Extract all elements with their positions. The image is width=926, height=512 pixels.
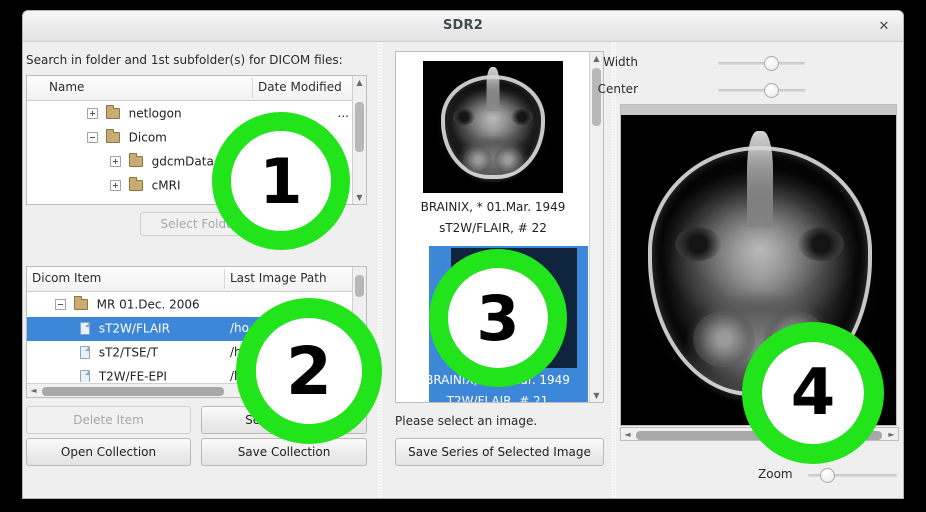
folder-tree-col-date[interactable]: Date Modified <box>258 80 342 94</box>
scroll-up-icon[interactable]: ▲ <box>590 52 603 65</box>
thumbnail-image <box>423 61 563 193</box>
folder-tree-header: Name Date Modified <box>27 76 366 101</box>
thumbnail-list-scrollbar[interactable]: ▲ ▼ <box>589 52 603 402</box>
close-icon[interactable]: ✕ <box>875 18 893 36</box>
scroll-left-icon[interactable]: ◄ <box>27 384 40 397</box>
folder-tree-row-label: netlogon <box>128 106 182 121</box>
file-icon <box>80 370 90 382</box>
dicom-list-col-path[interactable]: Last Image Path <box>230 271 327 285</box>
collapse-icon[interactable] <box>55 299 66 310</box>
folder-icon <box>73 296 88 310</box>
step-badge-3: 3 <box>429 249 567 387</box>
dicom-row-label: T2W/FE-EPI <box>98 369 167 383</box>
save-series-button[interactable]: Save Series of Selected Image <box>395 438 604 466</box>
center-slider-track[interactable] <box>718 89 805 92</box>
file-icon <box>80 322 90 335</box>
width-slider-track[interactable] <box>718 62 805 65</box>
expander-icon[interactable] <box>110 180 121 191</box>
step-badge-2: 2 <box>236 298 382 444</box>
step-badge-number: 1 <box>231 131 331 231</box>
delete-item-button[interactable]: Delete Item <box>26 406 191 434</box>
scroll-up-icon[interactable]: ▲ <box>353 76 366 89</box>
folder-icon <box>105 105 120 119</box>
zoom-label: Zoom <box>758 467 793 481</box>
dicom-list-col-item[interactable]: Dicom Item <box>32 271 101 285</box>
status-text: Please select an image. <box>395 414 538 428</box>
width-slider-knob[interactable] <box>764 56 779 71</box>
expander-icon[interactable] <box>87 108 98 119</box>
thumbnail-caption-line1: BRAINIX, * 01.Mar. 1949 <box>420 200 566 214</box>
scrollbar-thumb[interactable] <box>355 102 364 152</box>
folder-tree-row-label: Dicom <box>128 130 167 145</box>
splitter-right[interactable] <box>611 42 616 498</box>
dicom-row-label: MR 01.Dec. 2006 <box>96 297 200 312</box>
scroll-down-icon[interactable]: ▼ <box>590 389 603 402</box>
scrollbar-thumb[interactable] <box>592 68 601 126</box>
thumbnail-caption-line2: sT2W/FLAIR, # 22 <box>439 221 547 235</box>
search-folder-label: Search in folder and 1st subfolder(s) fo… <box>26 53 343 67</box>
folder-icon <box>128 177 143 191</box>
center-slider-knob[interactable] <box>764 83 779 98</box>
dicom-row-label: sT2/TSE/T <box>98 345 158 360</box>
thumbnail-caption-line2: T2W/FLAIR, # 21 <box>446 394 549 402</box>
screenshot-root: SDR2 ✕ Search in folder and 1st subfolde… <box>0 0 926 512</box>
title-bar: SDR2 ✕ <box>23 11 903 42</box>
window-title: SDR2 <box>442 18 483 33</box>
folder-tree-row-label: gdcmData <box>151 154 214 169</box>
step-badge-number: 2 <box>256 318 362 424</box>
list-item[interactable]: BRAINIX, * 01.Mar. 1949 sT2W/FLAIR, # 22 <box>396 52 588 246</box>
scrollbar-thumb[interactable] <box>355 275 364 297</box>
scroll-left-icon[interactable]: ◄ <box>621 428 634 441</box>
collapse-icon[interactable] <box>87 132 98 143</box>
step-badge-1: 1 <box>212 112 350 250</box>
folder-icon <box>128 153 143 167</box>
column-divider[interactable] <box>252 78 253 98</box>
dicom-list-header: Dicom Item Last Image Path <box>27 267 366 292</box>
width-label: Width <box>603 55 638 69</box>
scrollbar-thumb[interactable] <box>42 387 224 396</box>
scroll-down-icon[interactable]: ▼ <box>353 191 366 204</box>
step-badge-number: 4 <box>762 342 864 444</box>
file-icon <box>80 346 90 359</box>
step-badge-4: 4 <box>742 322 884 464</box>
expander-icon[interactable] <box>110 156 121 167</box>
folder-tree-scrollbar[interactable]: ▲ ▼ <box>352 76 366 204</box>
step-badge-number: 3 <box>448 268 548 368</box>
dicom-row-label: sT2W/FLAIR <box>98 321 170 336</box>
folder-tree-row-label: cMRI <box>151 178 181 193</box>
folder-tree-col-name[interactable]: Name <box>49 80 84 94</box>
scroll-right-icon[interactable]: ► <box>885 428 898 441</box>
open-collection-button[interactable]: Open Collection <box>26 438 191 466</box>
column-divider[interactable] <box>224 269 225 289</box>
zoom-slider-knob[interactable] <box>820 468 835 483</box>
center-label: Center <box>597 82 638 96</box>
folder-icon <box>105 129 120 143</box>
